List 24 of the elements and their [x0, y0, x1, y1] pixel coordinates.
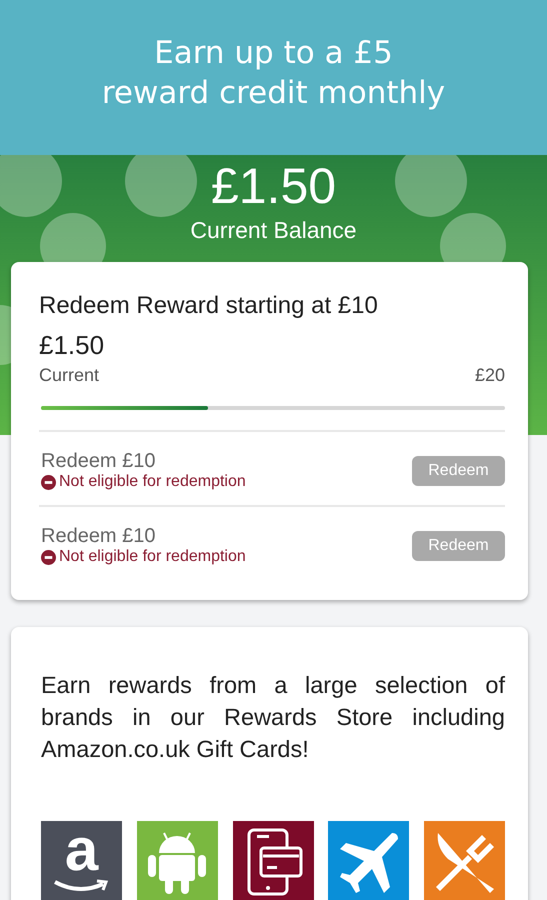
banner-title: Earn up to a £5 reward credit monthly: [100, 34, 446, 112]
status-text: Not eligible for redemption: [59, 473, 246, 491]
brand-tile[interactable]: a: [41, 821, 122, 900]
brand-tile[interactable]: [328, 821, 410, 900]
reward-title: Redeem Reward starting at £10: [39, 292, 379, 320]
max-label: £20: [474, 365, 505, 386]
option-title: Redeem £10: [41, 450, 157, 473]
balance-amount: £1.50: [210, 157, 336, 215]
brand-tile[interactable]: [424, 821, 505, 900]
no-entry-icon: [41, 474, 56, 490]
coin-icon: [395, 155, 467, 217]
option-title: Redeem £10: [41, 525, 157, 548]
brand-tile[interactable]: [232, 821, 314, 900]
no-entry-icon: [41, 550, 56, 564]
coin-icon: [125, 155, 197, 217]
status-text: Not eligible for redemption: [59, 548, 246, 566]
current-label: Current: [39, 365, 100, 386]
current-amount: £1.50: [39, 330, 106, 361]
smile-arrow-icon: [53, 879, 109, 893]
store-description: Earn rewards from a large selection of brands in our Rewards Store including Amazon.co.uk Gift Cards!: [41, 671, 505, 764]
coin-icon: [0, 155, 62, 217]
letter-glyph: a: [64, 827, 98, 872]
balance-label: Current Balance: [190, 217, 357, 244]
brand-tile[interactable]: [136, 821, 218, 900]
